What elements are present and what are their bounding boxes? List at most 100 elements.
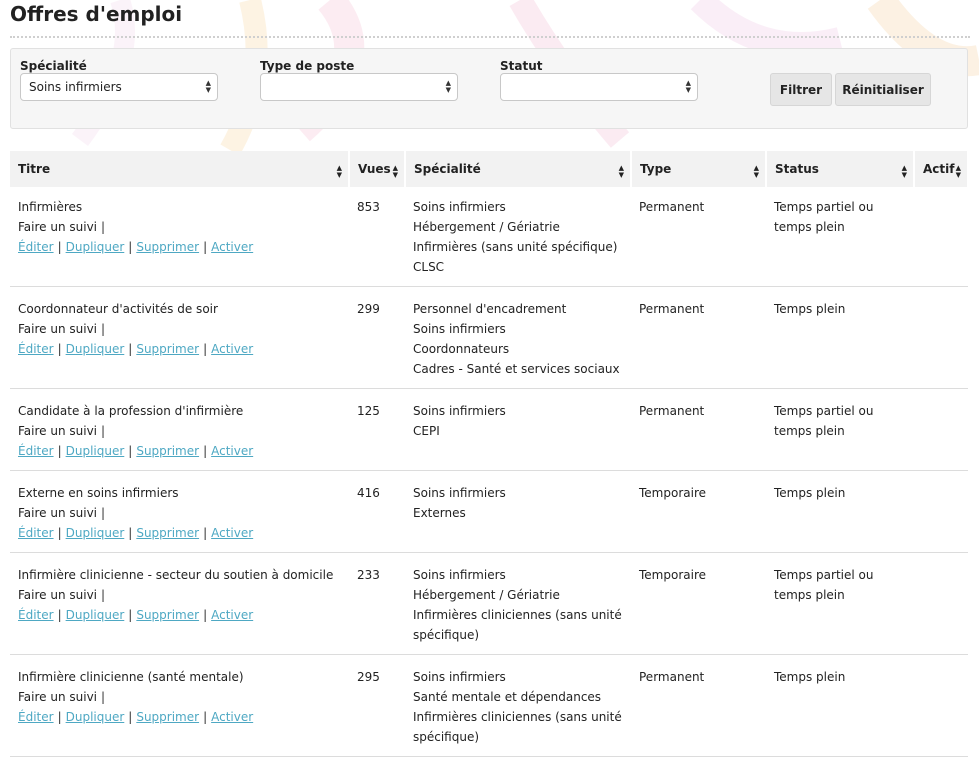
follow-up-action[interactable]: Faire un suivi [18, 588, 97, 602]
cell-type: Permanent [631, 654, 766, 757]
action-separator: | [57, 608, 62, 622]
row-actions: Faire un suivi |Éditer | Dupliquer | Supprime… [18, 217, 341, 257]
activate-link[interactable]: Activer [211, 240, 253, 254]
specialty-item: Soins infirmiers [413, 568, 506, 582]
delete-link[interactable]: Supprimer [136, 710, 199, 724]
delete-link[interactable]: Supprimer [136, 342, 199, 356]
action-separator: | [128, 342, 133, 356]
page-title: Offres d'emploi [10, 2, 183, 26]
follow-up-action[interactable]: Faire un suivi [18, 322, 97, 336]
cell-titre: Infirmière clinicienne (santé mentale) Fa… [10, 654, 349, 757]
duplicate-link[interactable]: Dupliquer [66, 710, 125, 724]
follow-up-action[interactable]: Faire un suivi [18, 220, 97, 234]
specialty-item: Infirmières cliniciennes (sans unité spé… [413, 608, 622, 642]
job-offers-table: Titre ▲ ▼ Vues ▲ ▼ Spécialité ▲ ▼ Type ▲ ▼ Statu… [10, 151, 969, 757]
cell-titre: Coordonnateur d'activités de soir Faire u… [10, 286, 349, 389]
column-header-status[interactable]: Status ▲ ▼ [766, 151, 915, 187]
action-separator: | [203, 608, 208, 622]
sort-icon: ▲ ▼ [955, 164, 961, 179]
column-header-label: Type [640, 162, 672, 176]
filter-button[interactable]: Filtrer [770, 73, 832, 106]
specialty-item: Externes [413, 506, 466, 520]
cell-specialite: Soins infirmiers CEPI [405, 388, 631, 471]
duplicate-link[interactable]: Dupliquer [66, 526, 125, 540]
cell-type: Permanent [631, 388, 766, 471]
cell-specialite: Personnel d'encadrement Soins infirmiers C… [405, 286, 631, 389]
edit-link[interactable]: Éditer [18, 444, 54, 458]
row-actions: Faire un suivi |Éditer | Dupliquer | Supprime… [18, 503, 341, 543]
specialty-item: Santé mentale et dépendances [413, 690, 602, 704]
column-header-label: Spécialité [414, 162, 481, 176]
specialite-select[interactable]: Soins infirmiers ▲ ▼ [20, 73, 218, 101]
duplicate-link[interactable]: Dupliquer [66, 608, 125, 622]
activate-link[interactable]: Activer [211, 710, 253, 724]
select-arrows-icon: ▲ ▼ [205, 79, 211, 94]
action-separator: | [57, 526, 62, 540]
sort-icon: ▲ ▼ [336, 164, 342, 179]
duplicate-link[interactable]: Dupliquer [66, 240, 125, 254]
cell-status: Temps plein [766, 470, 914, 553]
column-header-label: Status [775, 162, 819, 176]
specialty-item: Soins infirmiers [413, 200, 506, 214]
column-header-actif[interactable]: Actif ▲ ▼ [914, 151, 969, 187]
job-title: Externe en soins infirmiers [18, 486, 179, 500]
cell-status: Temps plein [766, 286, 914, 389]
cell-specialite: Soins infirmiers Externes [405, 470, 631, 553]
sort-icon: ▲ ▼ [753, 164, 759, 179]
sort-icon: ▲ ▼ [618, 164, 624, 179]
delete-link[interactable]: Supprimer [136, 608, 199, 622]
sort-icon: ▲ ▼ [901, 164, 907, 179]
cell-specialite: Soins infirmiers Hébergement / Gériatrie I… [405, 187, 631, 287]
specialty-item: Infirmières cliniciennes (sans unité spé… [413, 710, 622, 744]
cell-status: Temps partiel ou temps plein [766, 388, 914, 471]
cell-titre: Infirmières Faire un suivi |Éditer | Dupliqu… [10, 187, 349, 287]
duplicate-link[interactable]: Dupliquer [66, 444, 125, 458]
job-title: Candidate à la profession d'infirmière [18, 404, 244, 418]
cell-vues: 295 [349, 654, 405, 757]
follow-up-action[interactable]: Faire un suivi [18, 690, 97, 704]
select-arrows-icon: ▲ ▼ [685, 79, 691, 94]
column-header-vues[interactable]: Vues ▲ ▼ [349, 151, 406, 187]
action-separator: | [128, 710, 133, 724]
edit-link[interactable]: Éditer [18, 342, 54, 356]
action-separator: | [203, 240, 208, 254]
cell-actif [914, 552, 968, 655]
activate-link[interactable]: Activer [211, 526, 253, 540]
cell-titre: Externe en soins infirmiers Faire un suiv… [10, 470, 349, 553]
statut-select[interactable]: ▲ ▼ [500, 73, 698, 101]
follow-up-action[interactable]: Faire un suivi [18, 424, 97, 438]
action-separator: | [57, 444, 62, 458]
column-header-type[interactable]: Type ▲ ▼ [631, 151, 767, 187]
column-header-specialite[interactable]: Spécialité ▲ ▼ [405, 151, 632, 187]
sort-icon: ▲ ▼ [392, 164, 398, 179]
follow-up-action[interactable]: Faire un suivi [18, 506, 97, 520]
type-poste-select[interactable]: ▲ ▼ [260, 73, 458, 101]
cell-status: Temps plein [766, 654, 914, 757]
cell-vues: 853 [349, 187, 405, 287]
table-row: Candidate à la profession d'infirmière Fa… [10, 388, 968, 471]
activate-link[interactable]: Activer [211, 342, 253, 356]
specialty-item: Personnel d'encadrement [413, 302, 567, 316]
edit-link[interactable]: Éditer [18, 240, 54, 254]
column-header-titre[interactable]: Titre ▲ ▼ [10, 151, 350, 187]
action-separator: | [203, 444, 208, 458]
specialty-item: Soins infirmiers [413, 486, 506, 500]
activate-link[interactable]: Activer [211, 608, 253, 622]
reset-button[interactable]: Réinitialiser [835, 73, 931, 106]
delete-link[interactable]: Supprimer [136, 526, 199, 540]
cell-titre: Infirmière clinicienne - secteur du sout… [10, 552, 349, 655]
edit-link[interactable]: Éditer [18, 526, 54, 540]
cell-actif [914, 654, 968, 757]
delete-link[interactable]: Supprimer [136, 240, 199, 254]
activate-link[interactable]: Activer [211, 444, 253, 458]
edit-link[interactable]: Éditer [18, 608, 54, 622]
action-separator: | [57, 240, 62, 254]
edit-link[interactable]: Éditer [18, 710, 54, 724]
specialite-select-value: Soins infirmiers [29, 80, 122, 94]
duplicate-link[interactable]: Dupliquer [66, 342, 125, 356]
action-separator: | [128, 608, 133, 622]
delete-link[interactable]: Supprimer [136, 444, 199, 458]
table-row: Infirmière clinicienne (santé mentale) Fa… [10, 654, 968, 757]
specialty-item: Cadres - Santé et services sociaux [413, 362, 620, 376]
job-title: Infirmière clinicienne - secteur du sout… [18, 568, 334, 582]
